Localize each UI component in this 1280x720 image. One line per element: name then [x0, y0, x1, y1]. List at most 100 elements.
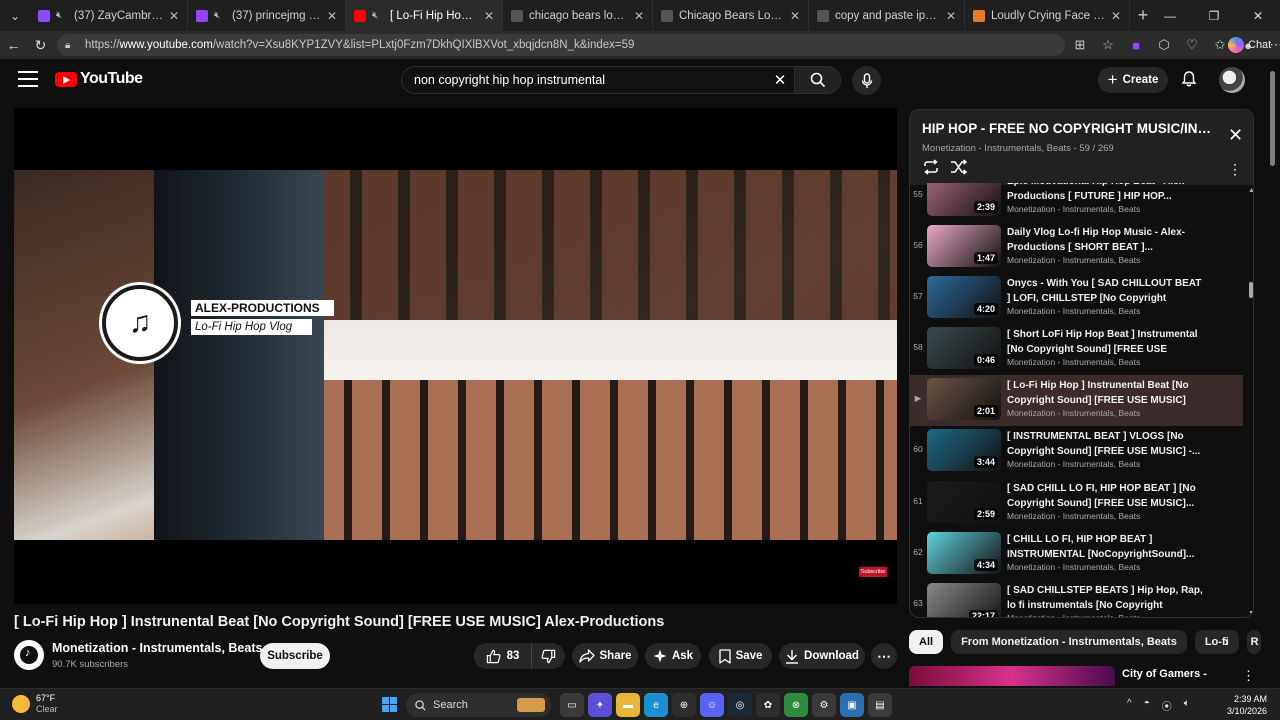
ask-button[interactable]: Ask — [645, 643, 701, 669]
tab-muted-speaker-icon[interactable]: 🔇︎ — [372, 10, 384, 22]
chips-next-chevron-icon[interactable]: › — [1224, 633, 1229, 649]
playlist-item[interactable]: 62 4:34 [ CHILL LO FI, HIP HOP BEAT ] INST… — [910, 529, 1243, 580]
close-playlist-icon[interactable]: ✕ — [1228, 125, 1243, 146]
like-button[interactable]: 83 — [474, 643, 532, 669]
playlist-item-title[interactable]: [ CHILL LO FI, HIP HOP BEAT ] INSTRUMENT… — [1007, 532, 1207, 562]
twitch-extension-icon[interactable]: ■ — [1126, 38, 1146, 53]
clear-search-icon[interactable]: ✕ — [766, 71, 794, 89]
search-input[interactable]: non copyright hip hop instrumental — [402, 73, 766, 87]
microphone-tray-icon[interactable]: ⦿ — [1162, 698, 1172, 713]
save-button[interactable]: Save — [709, 643, 772, 669]
settings-gear-icon[interactable]: ⚙ — [812, 693, 836, 717]
playlist-item-thumbnail[interactable]: 0:46 — [927, 327, 1001, 369]
tab-muted-speaker-icon[interactable]: 🔇︎ — [214, 10, 226, 22]
video-player[interactable]: ♫ ALEX-PRODUCTIONS Lo-Fi Hip Hop Vlog Su… — [14, 108, 897, 604]
playlist-item-thumbnail[interactable]: 22:17 — [927, 583, 1001, 617]
app-icon[interactable]: ⊕ — [672, 693, 696, 717]
extensions-icon[interactable]: ⬡ — [1154, 37, 1174, 53]
download-button[interactable]: Download — [779, 643, 865, 669]
taskbar-search[interactable]: Search — [406, 693, 551, 717]
desktop-icon[interactable]: ▣ — [840, 693, 864, 717]
playlist-item[interactable]: 58 0:46 [ Short LoFi Hip Hop Beat ] Instru… — [910, 324, 1243, 375]
shuffle-icon[interactable] — [950, 159, 968, 180]
scroll-up-arrow-icon[interactable]: ▲ — [1248, 187, 1253, 194]
playlist-item[interactable]: 55 2:39 Epic Motivational Hip Hop Beat - A… — [910, 183, 1243, 222]
playlist-item[interactable]: 60 3:44 [ INSTRUMENTAL BEAT ] VLOGS [No Co… — [910, 426, 1243, 477]
tab-close-icon[interactable]: ✕ — [1111, 9, 1121, 23]
scroll-down-arrow-icon[interactable]: ▼ — [1248, 610, 1253, 617]
playlist-item-title[interactable]: Epic Motivational Hip Hop Beat - Alex-Pr… — [1007, 183, 1207, 204]
playlist-item-thumbnail[interactable]: 4:20 — [927, 276, 1001, 318]
playlist-item-title[interactable]: Onycs - With You [ SAD CHILLOUT BEAT ] L… — [1007, 276, 1207, 306]
show-hidden-icons-chevron-icon[interactable]: ^ — [1127, 698, 1132, 713]
tab-close-icon[interactable]: ✕ — [327, 9, 337, 23]
refresh-button[interactable]: ↻ — [27, 31, 54, 59]
tab-close-icon[interactable]: ✕ — [169, 9, 179, 23]
address-bar[interactable]: 🔒︎ https://www.youtube.com/watch?v=Xsu8K… — [57, 34, 1065, 56]
tab-close-icon[interactable]: ✕ — [634, 9, 644, 23]
browser-essentials-icon[interactable]: ♡ — [1182, 37, 1202, 53]
playlist-item-current[interactable]: ▶ 2:01 [ Lo-Fi Hip Hop ] Instrunental Beat… — [910, 375, 1243, 426]
playlist-item-thumbnail[interactable]: 2:39 — [927, 183, 1001, 216]
channel-avatar[interactable] — [14, 640, 44, 670]
create-button[interactable]: + Create — [1098, 67, 1168, 93]
copilot-chat-button[interactable]: Chat — [1228, 37, 1271, 53]
windows-start-icon[interactable] — [382, 697, 397, 712]
task-view-icon[interactable]: ▭ — [560, 693, 584, 717]
tab-close-icon[interactable]: ✕ — [790, 9, 800, 23]
playlist-item-title[interactable]: Daily Vlog Lo-fi Hip Hop Music - Alex-Pr… — [1007, 225, 1207, 255]
filter-chip[interactable]: Lo-fi — [1194, 630, 1239, 654]
playlist-item[interactable]: 63 22:17 [ SAD CHILLSTEP BEATS ] Hip Hop, … — [910, 580, 1243, 617]
menu-icon[interactable] — [18, 71, 38, 87]
maximize-icon[interactable]: ❐ — [1192, 0, 1236, 31]
playlist-item[interactable]: 57 4:20 Onycs - With You [ SAD CHILLOUT BE… — [910, 273, 1243, 324]
tab-muted-speaker-icon[interactable]: 🔇︎ — [56, 10, 68, 22]
split-screen-icon[interactable]: ⊞ — [1070, 37, 1090, 53]
favorites-icon[interactable]: ✩ — [1210, 37, 1230, 53]
playlist-item-title[interactable]: [ SAD CHILL LO FI, HIP HOP BEAT ] [No Co… — [1007, 481, 1207, 511]
dislike-button[interactable] — [532, 643, 565, 669]
playlist-scroll-thumb[interactable] — [1249, 282, 1253, 298]
youtube-logo[interactable]: YouTube — [55, 70, 143, 88]
subscribe-button[interactable]: Subscribe — [260, 643, 330, 669]
playlist-item-title[interactable]: [ SAD CHILLSTEP BEATS ] Hip Hop, Rap, lo… — [1007, 583, 1207, 613]
app-icon[interactable]: ▤ — [868, 693, 892, 717]
filter-chip[interactable]: From Monetization - Instrumentals, Beats — [951, 630, 1187, 654]
edge-browser-icon[interactable]: e — [644, 693, 668, 717]
channel-name[interactable]: Monetization - Instrumentals, Beats — [52, 641, 262, 655]
account-avatar[interactable] — [1219, 67, 1245, 93]
playlist-scrollbar[interactable]: ▲ ▼ — [1247, 185, 1253, 617]
page-scroll-thumb[interactable] — [1270, 71, 1275, 166]
playlist-item-thumbnail[interactable]: 4:34 — [927, 532, 1001, 574]
loop-icon[interactable] — [922, 159, 940, 180]
browser-tab[interactable]: copy and paste iphone emoji ✕ — [809, 0, 965, 31]
copilot-app-icon[interactable]: ✦ — [588, 693, 612, 717]
recommendation-title[interactable]: City of Gamers - — [1122, 668, 1207, 680]
browser-tab[interactable]: 🔇︎ (37) princejmg - Twitch ✕ — [188, 0, 346, 31]
minimize-icon[interactable]: — — [1148, 0, 1192, 31]
share-button[interactable]: Share — [572, 643, 638, 669]
filter-chip[interactable]: All — [909, 630, 944, 654]
playlist-item-thumbnail[interactable]: 2:01 — [927, 378, 1001, 420]
playlist-item-thumbnail[interactable]: 2:59 — [927, 481, 1001, 523]
tab-close-icon[interactable]: ✕ — [484, 9, 494, 23]
playlist-item-title[interactable]: [ Short LoFi Hip Hop Beat ] Instrumental… — [1007, 327, 1207, 357]
playlist-title[interactable]: HIP HOP - FREE NO COPYRIGHT MUSIC/INSTRU… — [922, 121, 1214, 136]
taskbar-clock[interactable]: 2:39 AM 3/10/2026 — [1221, 693, 1267, 717]
recommendation-thumbnail[interactable] — [909, 666, 1115, 686]
playlist-item-thumbnail[interactable]: 3:44 — [927, 429, 1001, 471]
playlist-item[interactable]: 56 1:47 Daily Vlog Lo-fi Hip Hop Music - A… — [910, 222, 1243, 273]
playlist-item-title[interactable]: [ INSTRUMENTAL BEAT ] VLOGS [No Copyrigh… — [1007, 429, 1207, 459]
more-actions-icon[interactable]: ⋯ — [871, 643, 897, 669]
recommendation-menu-icon[interactable]: ⋮ — [1242, 668, 1255, 684]
tab-actions-chevron-icon[interactable]: ⌄ — [0, 0, 30, 31]
close-window-icon[interactable]: ✕ — [1236, 0, 1280, 31]
favorite-star-icon[interactable]: ☆ — [1098, 37, 1118, 53]
playlist-item-title[interactable]: [ Lo-Fi Hip Hop ] Instrunental Beat [No … — [1007, 378, 1207, 408]
back-button[interactable]: ← — [0, 31, 27, 59]
subscribe-watermark[interactable]: Subscribe — [859, 567, 887, 577]
playlist-item[interactable]: 61 2:59 [ SAD CHILL LO FI, HIP HOP BEAT ] … — [910, 478, 1243, 529]
browser-tab[interactable]: Chicago Bears Logo Head Transparent ✕ — [653, 0, 809, 31]
file-explorer-icon[interactable]: ▬ — [616, 693, 640, 717]
voice-search-button[interactable] — [852, 66, 881, 95]
